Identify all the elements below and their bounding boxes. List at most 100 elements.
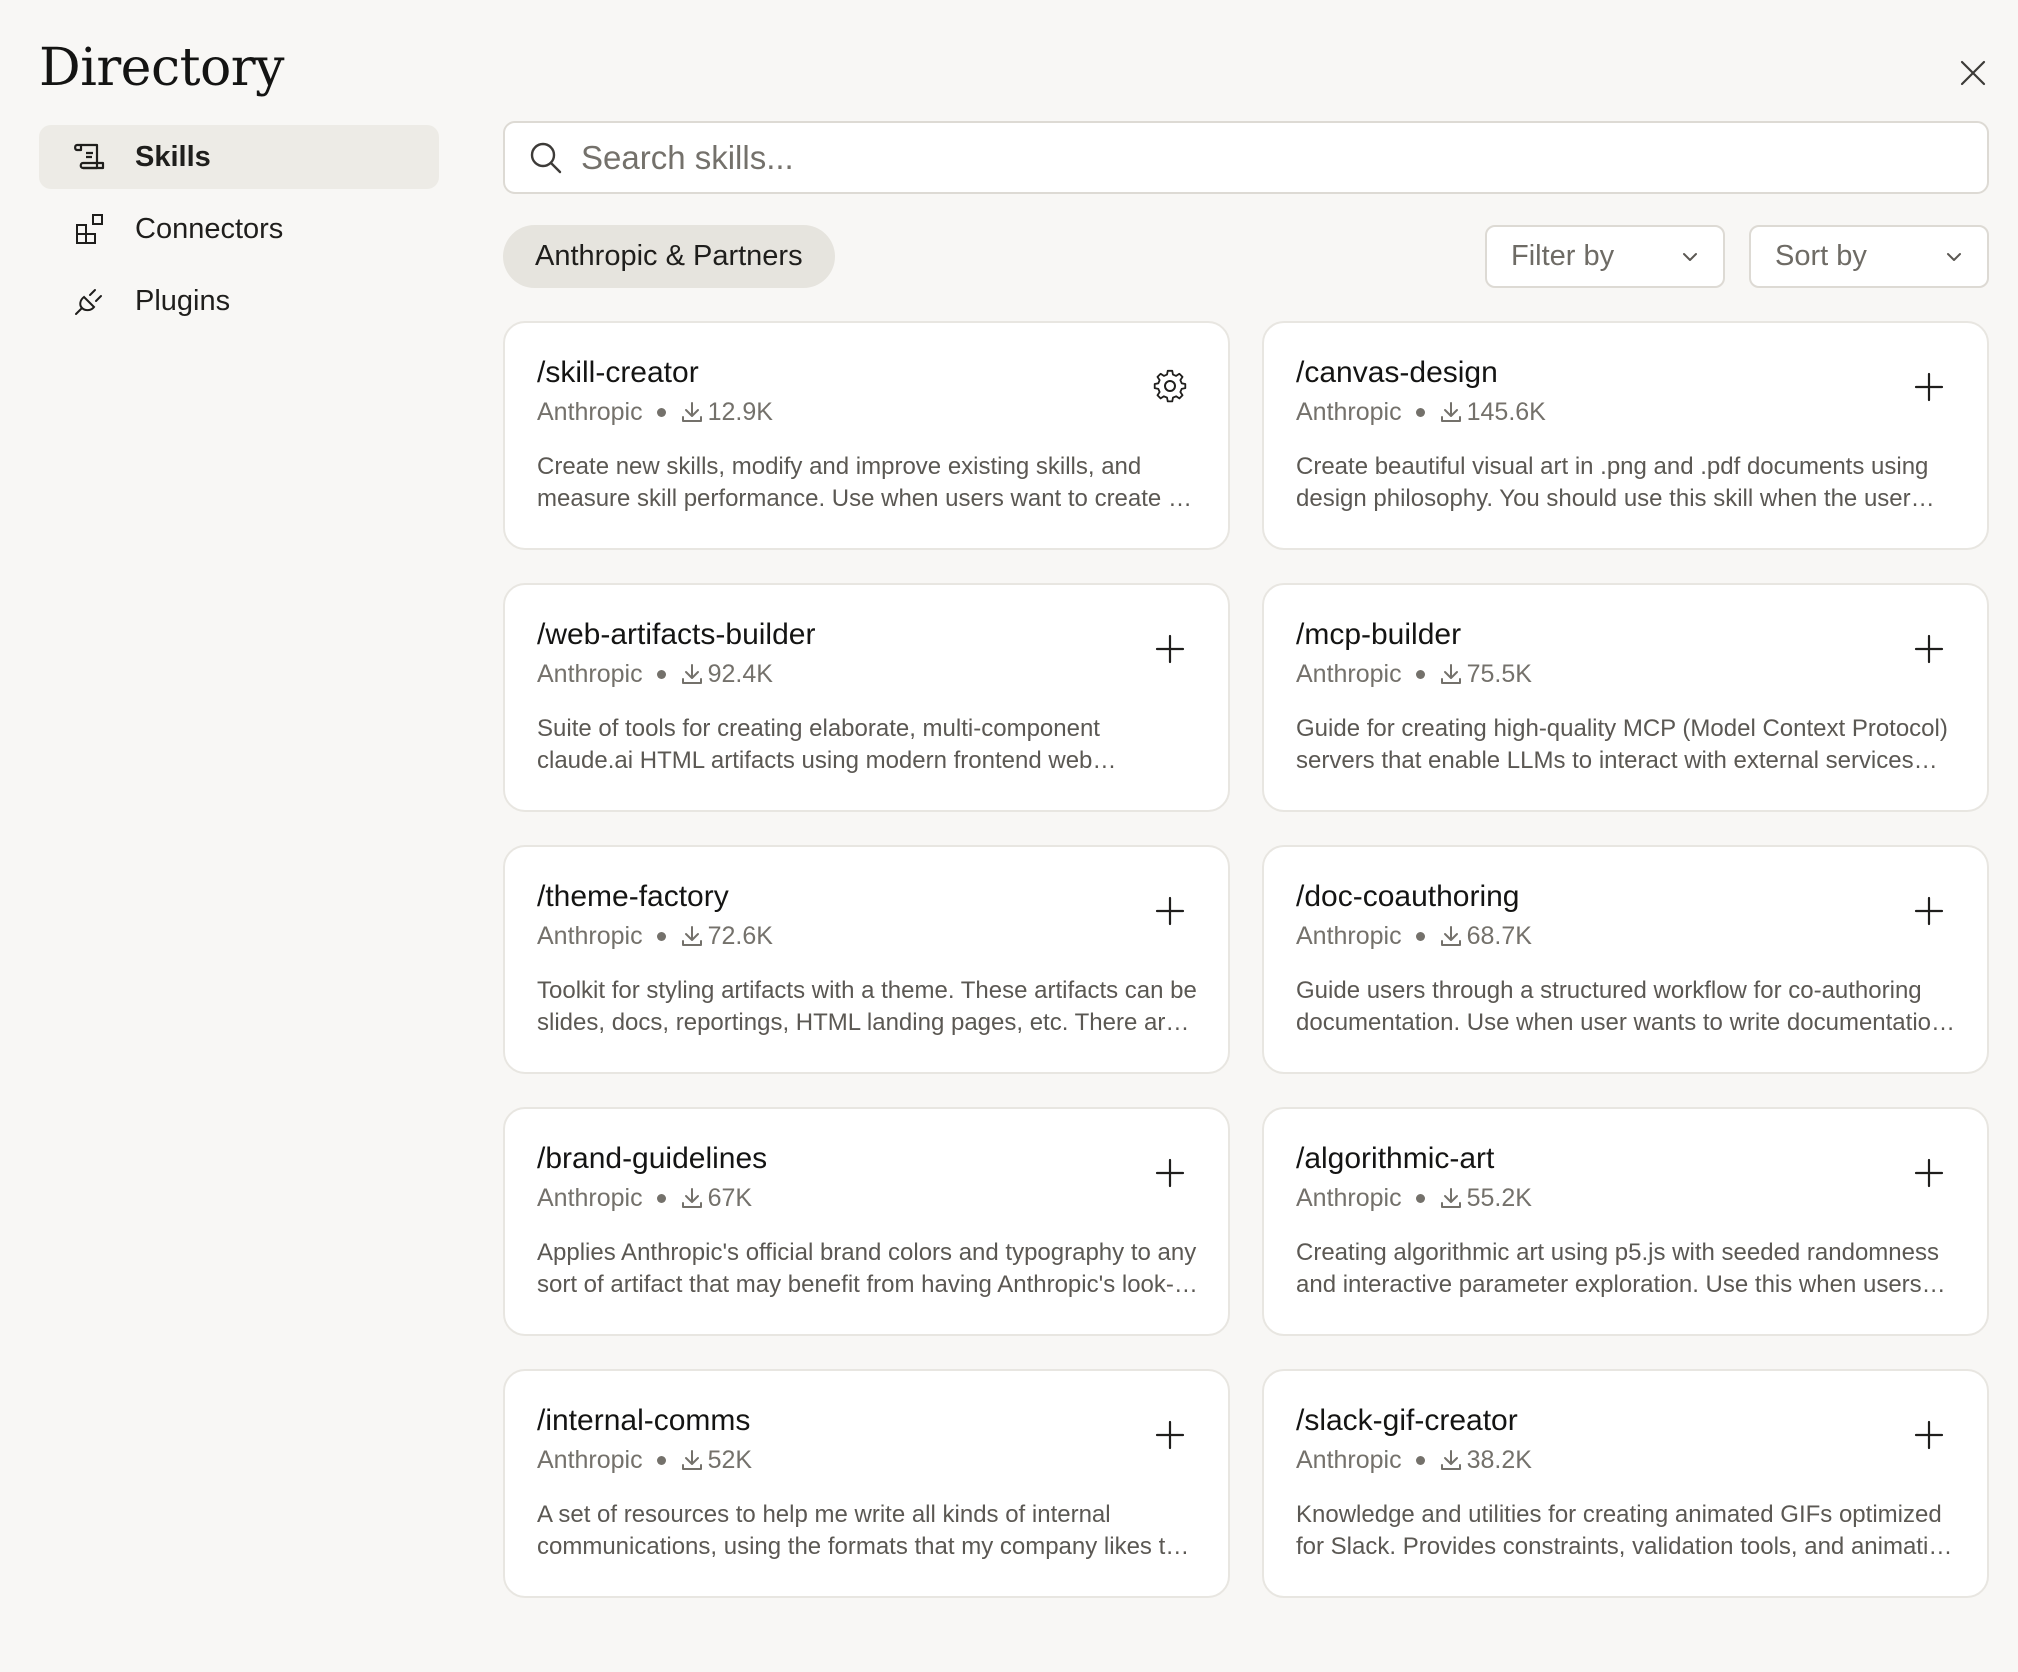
page-title: Directory: [39, 38, 285, 98]
gear-icon: [1153, 369, 1187, 403]
skill-name: /skill-creator: [537, 356, 699, 389]
search-bar[interactable]: [503, 121, 1989, 194]
skill-downloads: 55.2K: [1466, 1184, 1532, 1212]
skill-name: /slack-gif-creator: [1296, 1404, 1518, 1437]
chevron-down-icon: [1683, 252, 1697, 261]
skill-name: /internal-comms: [537, 1404, 751, 1437]
skill-description: Guide users through a structured workflo…: [1296, 977, 1952, 1036]
skill-meta: Anthropic 75.5K: [1296, 659, 1955, 689]
add-skill-button[interactable]: [1150, 891, 1190, 931]
plus-icon: [1914, 1420, 1944, 1450]
close-icon: [1960, 60, 1986, 86]
skill-author: Anthropic: [537, 922, 643, 950]
plus-icon: [1155, 634, 1185, 664]
plus-icon: [1914, 896, 1944, 926]
skill-card[interactable]: /theme-factory Anthropic 72.6K Toolkit f…: [503, 845, 1230, 1074]
skill-description: Toolkit for styling artifacts with a the…: [537, 977, 1197, 1036]
separator-dot: [1415, 1455, 1425, 1465]
plus-icon: [1914, 634, 1944, 664]
add-skill-button[interactable]: [1909, 1153, 1949, 1193]
skill-card[interactable]: /mcp-builder Anthropic 75.5K Guide for c…: [1262, 583, 1989, 812]
skill-meta: Anthropic 52K: [537, 1445, 1196, 1475]
sidebar-item-skills[interactable]: Skills: [39, 125, 439, 189]
skill-downloads: 145.6K: [1466, 398, 1546, 426]
add-skill-button[interactable]: [1909, 891, 1949, 931]
skill-name: /algorithmic-art: [1296, 1142, 1495, 1175]
sort-by-dropdown[interactable]: Sort by: [1749, 225, 1989, 288]
plus-icon: [1155, 896, 1185, 926]
separator-dot: [1415, 931, 1425, 941]
plus-icon: [1914, 372, 1944, 402]
skill-name: /brand-guidelines: [537, 1142, 768, 1175]
skill-meta: Anthropic 38.2K: [1296, 1445, 1955, 1475]
skill-author: Anthropic: [1296, 1446, 1402, 1474]
skill-description: Create beautiful visual art in .png and …: [1296, 453, 1929, 512]
chevron-down-icon: [1947, 252, 1961, 261]
plug-icon: [73, 284, 107, 318]
skill-author: Anthropic: [1296, 660, 1402, 688]
skill-downloads: 92.4K: [707, 660, 773, 688]
skill-name: /theme-factory: [537, 880, 729, 913]
sidebar-item-connectors[interactable]: Connectors: [39, 197, 439, 261]
download-icon: [1439, 400, 1463, 424]
separator-dot: [1415, 1193, 1425, 1203]
skill-author: Anthropic: [1296, 922, 1402, 950]
separator-dot: [656, 931, 666, 941]
skill-card[interactable]: /brand-guidelines Anthropic 67K Applies …: [503, 1107, 1230, 1336]
add-skill-button[interactable]: [1150, 1153, 1190, 1193]
filter-by-dropdown[interactable]: Filter by: [1485, 225, 1725, 288]
download-icon: [680, 1186, 704, 1210]
skill-downloads: 67K: [707, 1184, 753, 1212]
skill-card[interactable]: /web-artifacts-builder Anthropic 92.4K S…: [503, 583, 1230, 812]
skill-meta: Anthropic 92.4K: [537, 659, 1196, 689]
plus-icon: [1914, 1158, 1944, 1188]
add-skill-button[interactable]: [1909, 367, 1949, 407]
skill-author: Anthropic: [537, 660, 643, 688]
skill-meta: Anthropic 145.6K: [1296, 397, 1955, 427]
filter-controls: Anthropic & Partners Filter by Sort by: [503, 225, 1989, 288]
separator-dot: [1415, 407, 1425, 417]
skills-grid: /skill-creator Anthropic 12.9K Create ne…: [503, 321, 1989, 1598]
download-icon: [1439, 1448, 1463, 1472]
search-input[interactable]: [581, 138, 1881, 177]
skill-meta: Anthropic 72.6K: [537, 921, 1196, 951]
skill-card[interactable]: /canvas-design Anthropic 145.6K Create b…: [1262, 321, 1989, 550]
skill-card[interactable]: /algorithmic-art Anthropic 55.2K Creatin…: [1262, 1107, 1989, 1336]
sidebar-item-label: Connectors: [135, 212, 284, 245]
plus-icon: [1155, 1420, 1185, 1450]
skill-downloads: 68.7K: [1466, 922, 1532, 950]
skill-card[interactable]: /internal-comms Anthropic 52K A set of r…: [503, 1369, 1230, 1598]
skill-description: Guide for creating high-quality MCP (Mod…: [1296, 715, 1948, 774]
skill-downloads: 52K: [707, 1446, 753, 1474]
skill-downloads: 12.9K: [707, 398, 773, 426]
close-button[interactable]: [1950, 50, 1996, 96]
skill-author: Anthropic: [537, 398, 643, 426]
skill-card[interactable]: /slack-gif-creator Anthropic 38.2K Knowl…: [1262, 1369, 1989, 1598]
sidebar-item-label: Skills: [135, 140, 211, 173]
skill-author: Anthropic: [537, 1446, 643, 1474]
skill-name: /mcp-builder: [1296, 618, 1462, 651]
add-skill-button[interactable]: [1909, 629, 1949, 669]
skill-meta: Anthropic 68.7K: [1296, 921, 1955, 951]
sidebar-item-label: Plugins: [135, 284, 231, 317]
add-skill-button[interactable]: [1150, 1415, 1190, 1455]
add-skill-button[interactable]: [1909, 1415, 1949, 1455]
skill-downloads: 38.2K: [1466, 1446, 1532, 1474]
download-icon: [1439, 1186, 1463, 1210]
skill-name: /doc-coauthoring: [1296, 880, 1520, 913]
skill-meta: Anthropic 67K: [537, 1183, 1196, 1213]
download-icon: [680, 400, 704, 424]
settings-button[interactable]: [1150, 367, 1190, 407]
sidebar-nav: Skills Connectors Plugins: [39, 125, 439, 341]
skill-author: Anthropic: [537, 1184, 643, 1212]
skill-card[interactable]: /doc-coauthoring Anthropic 68.7K Guide u…: [1262, 845, 1989, 1074]
separator-dot: [656, 407, 666, 417]
skill-name: /canvas-design: [1296, 356, 1498, 389]
skill-card[interactable]: /skill-creator Anthropic 12.9K Create ne…: [503, 321, 1230, 550]
skill-name: /web-artifacts-builder: [537, 618, 816, 651]
filter-pill-anthropic-partners[interactable]: Anthropic & Partners: [503, 225, 835, 288]
scroll-icon: [73, 140, 107, 174]
sidebar-item-plugins[interactable]: Plugins: [39, 269, 439, 333]
sort-by-label: Sort by: [1775, 240, 1867, 272]
add-skill-button[interactable]: [1150, 629, 1190, 669]
